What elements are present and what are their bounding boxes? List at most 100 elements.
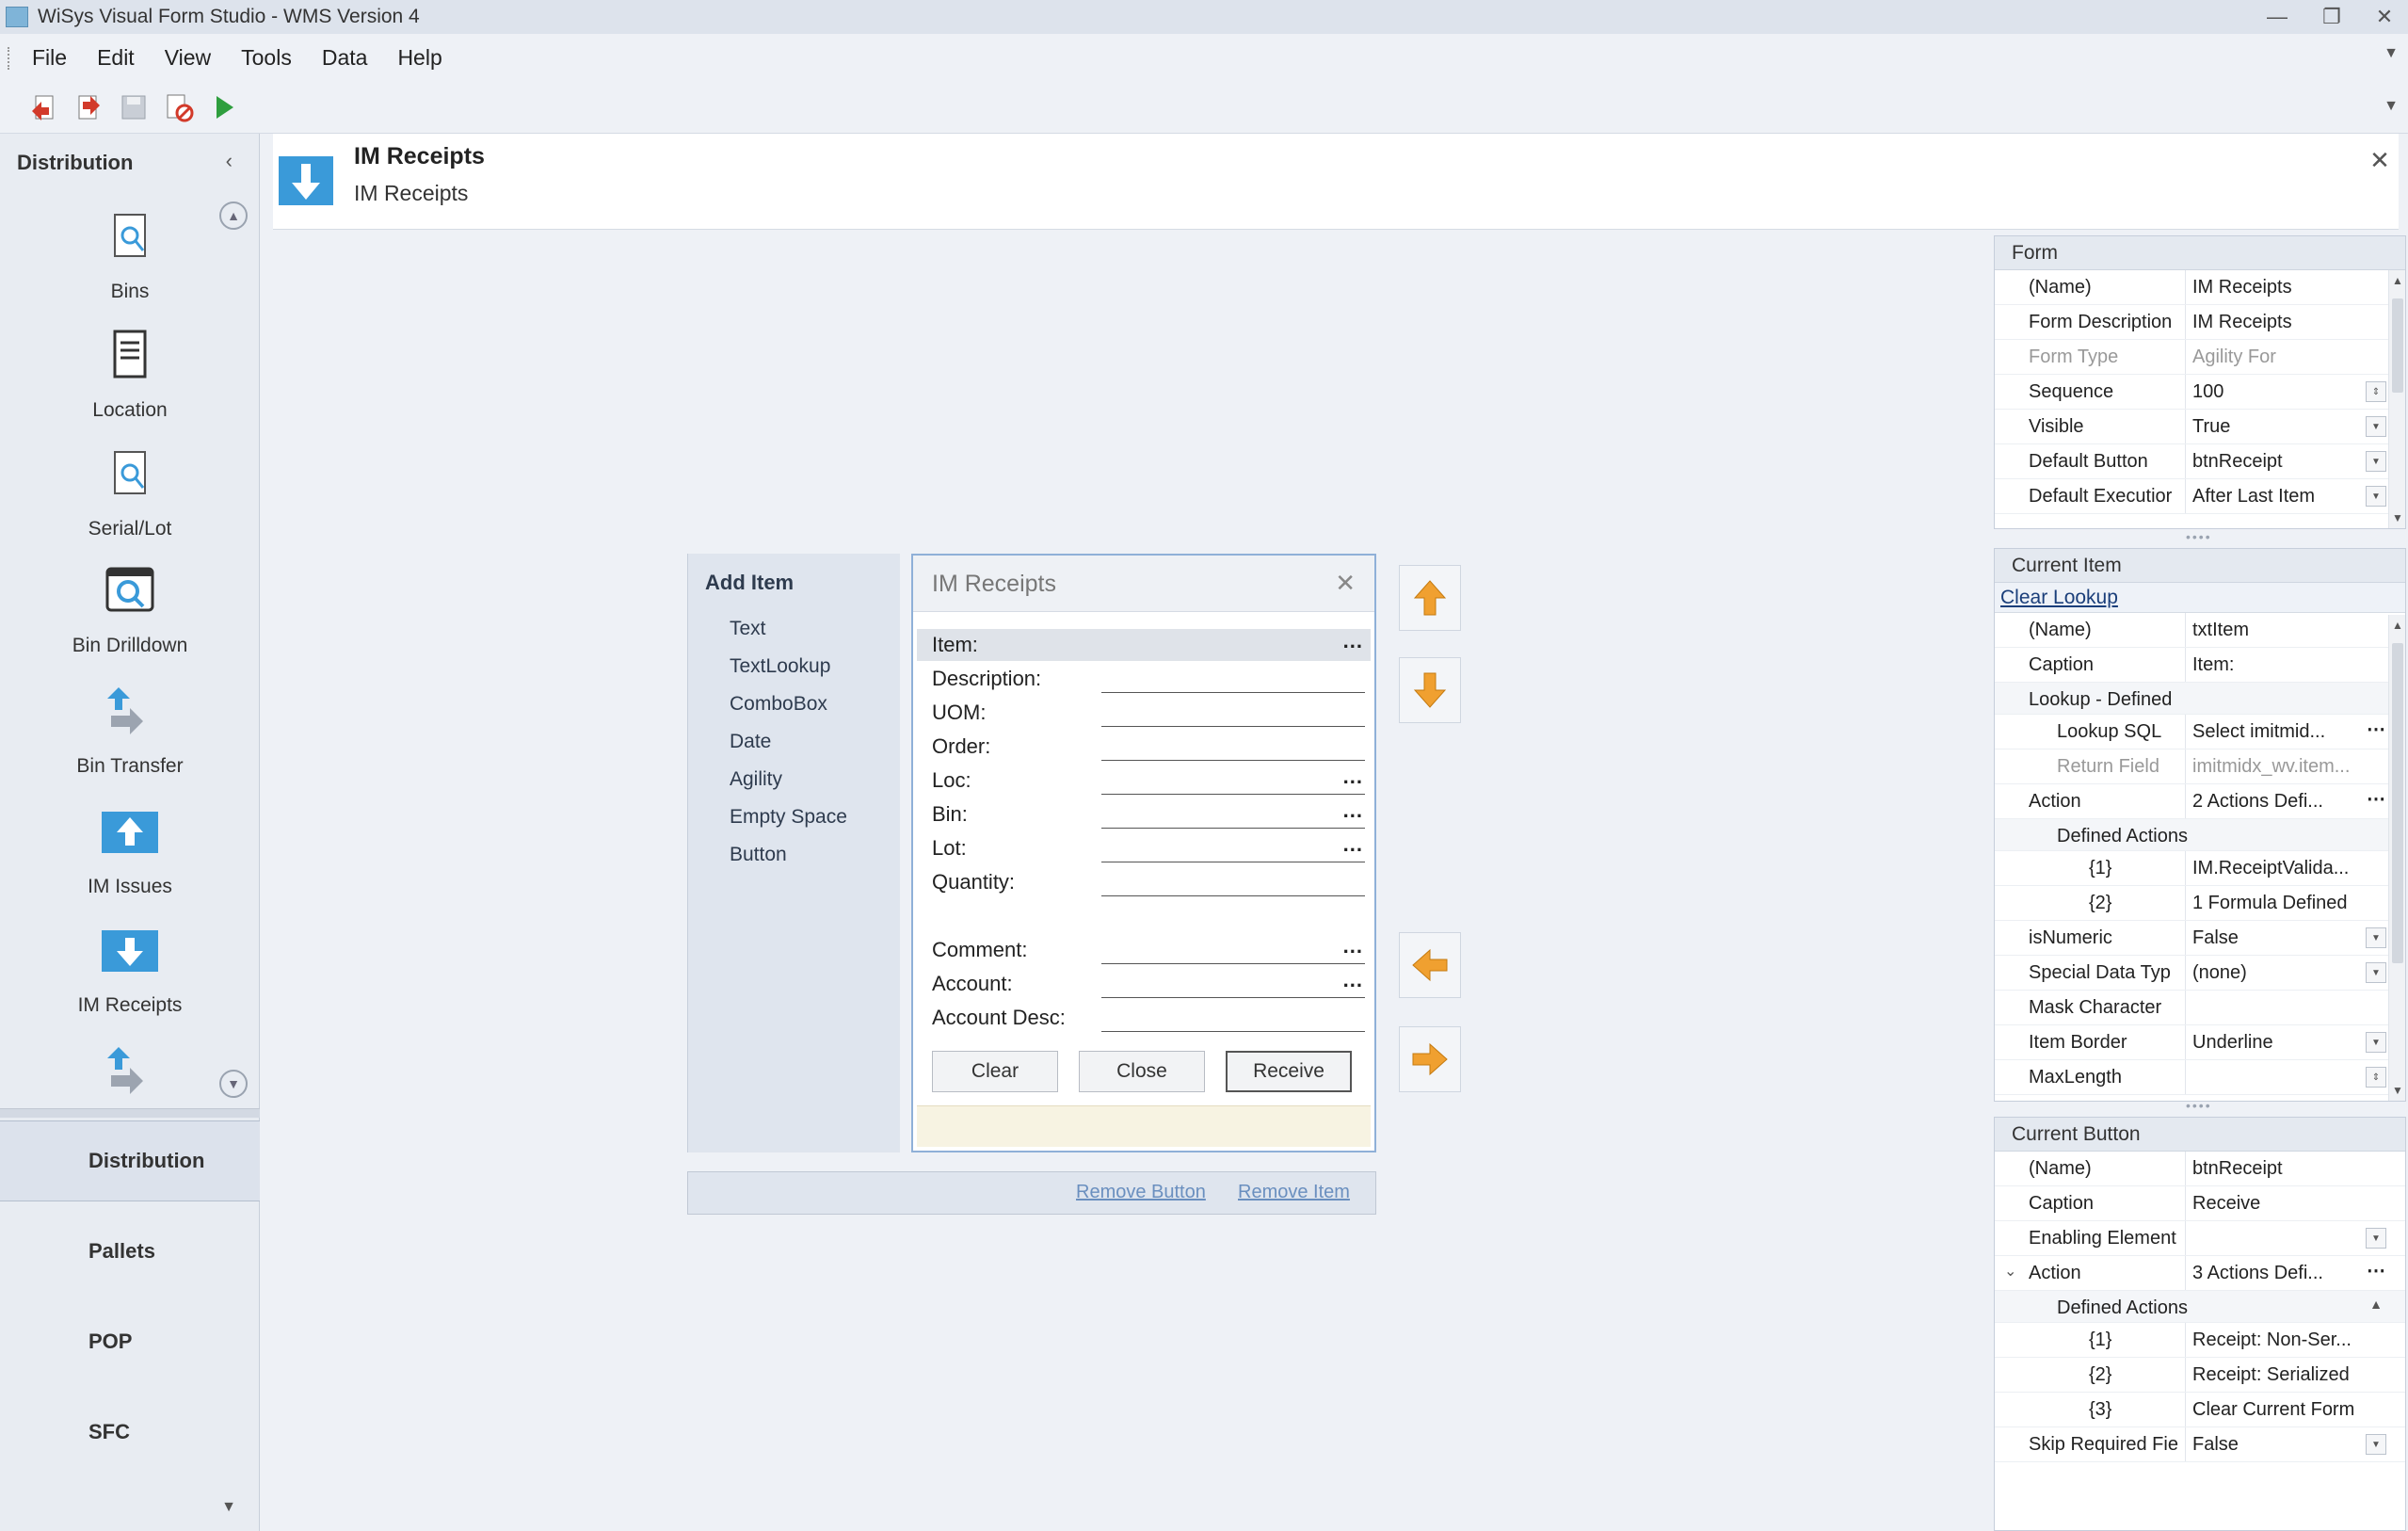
menu-help[interactable]: Help: [397, 45, 441, 71]
field-description[interactable]: Description:: [917, 663, 1371, 695]
close-form-icon[interactable]: ✕: [2361, 141, 2399, 179]
nav-item-bin-transfer[interactable]: Bin Transfer: [0, 684, 260, 778]
field-quantity[interactable]: Quantity:: [917, 866, 1371, 898]
lookup-ellipsis-icon[interactable]: ...: [1343, 765, 1363, 789]
menu-overflow-icon[interactable]: ▼: [2384, 45, 2399, 62]
lookup-ellipsis-icon[interactable]: ...: [1343, 629, 1363, 653]
chevron-down-icon[interactable]: ▼: [2366, 1228, 2386, 1249]
remove-item-link[interactable]: Remove Item: [1238, 1182, 1350, 1203]
preview-receive-button[interactable]: Receive: [1226, 1051, 1352, 1092]
section-pop[interactable]: POP: [0, 1301, 260, 1382]
prop-value[interactable]: False: [2192, 927, 2371, 949]
lookup-ellipsis-icon[interactable]: ...: [1343, 798, 1363, 823]
section-pallets[interactable]: Pallets: [0, 1211, 260, 1292]
prop-row[interactable]: Mask Character: [1995, 991, 2405, 1025]
prop-value[interactable]: 1 Formula Defined: [2192, 893, 2371, 914]
prop-group-row[interactable]: Defined Actions: [1995, 819, 2405, 851]
nav-item-bins[interactable]: Bins: [0, 209, 260, 303]
prop-row[interactable]: Lookup SQL Select imitmid... ⋯: [1995, 715, 2405, 749]
add-button-option[interactable]: Button: [730, 844, 787, 866]
chevron-down-icon[interactable]: ▼: [2366, 1032, 2386, 1053]
panel-splitter[interactable]: ••••: [2186, 529, 2212, 544]
add-text-option[interactable]: Text: [730, 618, 766, 640]
prop-row[interactable]: isNumeric False ▼: [1995, 921, 2405, 956]
chevron-down-icon[interactable]: ▼: [2366, 416, 2386, 437]
toolbar-overflow-icon[interactable]: ▼: [2384, 98, 2399, 115]
prop-row[interactable]: {2} 1 Formula Defined: [1995, 886, 2405, 921]
nav-item-im-issues[interactable]: IM Issues: [0, 804, 260, 898]
prop-row[interactable]: Skip Required Fie False ▼: [1995, 1427, 2405, 1462]
form-preview-close-icon[interactable]: ✕: [1335, 569, 1356, 598]
chevron-down-icon[interactable]: ▼: [2366, 1434, 2386, 1455]
prop-row[interactable]: Default Executior After Last Item ▼: [1995, 479, 2405, 514]
menu-view[interactable]: View: [165, 45, 211, 71]
prop-row[interactable]: MaxLength ⇕: [1995, 1060, 2405, 1095]
prop-row[interactable]: {3} Clear Current Form: [1995, 1393, 2405, 1427]
minimize-button[interactable]: —: [2254, 0, 2301, 34]
prop-value[interactable]: (none): [2192, 962, 2371, 984]
prop-group-row[interactable]: Defined Actions ▲: [1995, 1291, 2405, 1323]
collapse-nav-icon[interactable]: ‹: [226, 149, 233, 173]
prop-group-row[interactable]: Lookup - Defined: [1995, 683, 2405, 715]
prop-row[interactable]: Sequence 100 ⇕: [1995, 375, 2405, 410]
move-right-button[interactable]: [1399, 1026, 1461, 1092]
scroll-thumb[interactable]: [2392, 298, 2403, 393]
prop-row[interactable]: Item Border Underline ▼: [1995, 1025, 2405, 1060]
section-distribution[interactable]: Distribution: [0, 1120, 260, 1201]
ellipsis-icon[interactable]: ⋯: [2367, 717, 2386, 741]
prop-row[interactable]: Default Button btnReceipt ▼: [1995, 444, 2405, 479]
prop-row[interactable]: Enabling Element ▼: [1995, 1221, 2405, 1256]
prop-row[interactable]: {1} IM.ReceiptValida...: [1995, 851, 2405, 886]
prop-row[interactable]: (Name) txtItem: [1995, 613, 2405, 648]
move-up-button[interactable]: [1399, 565, 1461, 631]
field-loc[interactable]: Loc: ...: [917, 765, 1371, 797]
prop-value[interactable]: IM Receipts: [2192, 312, 2371, 333]
menu-data[interactable]: Data: [322, 45, 368, 71]
prop-row[interactable]: Caption Item:: [1995, 648, 2405, 683]
spinner-icon[interactable]: ⇕: [2366, 381, 2386, 402]
scroll-up-icon[interactable]: ▲: [2389, 619, 2406, 632]
lookup-ellipsis-icon[interactable]: ...: [1343, 934, 1363, 959]
lookup-ellipsis-icon[interactable]: ...: [1343, 832, 1363, 857]
preview-clear-button[interactable]: Clear: [932, 1051, 1058, 1092]
add-empty-space-option[interactable]: Empty Space: [730, 806, 847, 829]
close-window-button[interactable]: ✕: [2361, 0, 2408, 34]
chevron-down-icon[interactable]: ▼: [2366, 962, 2386, 983]
spinner-icon[interactable]: ⇕: [2366, 1067, 2386, 1088]
add-agility-option[interactable]: Agility: [730, 768, 782, 791]
expander-icon[interactable]: ⌄: [2004, 1262, 2016, 1281]
undo-icon[interactable]: [26, 90, 60, 124]
field-bin[interactable]: Bin: ...: [917, 798, 1371, 830]
prop-value[interactable]: btnReceipt: [2192, 451, 2371, 473]
prop-value[interactable]: Receipt: Non-Ser...: [2192, 1330, 2371, 1351]
chevron-down-icon[interactable]: ▼: [2366, 486, 2386, 507]
prop-row[interactable]: {1} Receipt: Non-Ser...: [1995, 1323, 2405, 1358]
ellipsis-icon[interactable]: ⋯: [2367, 1259, 2386, 1282]
prop-value[interactable]: Select imitmid...: [2192, 721, 2371, 743]
menu-tools[interactable]: Tools: [241, 45, 292, 71]
panel-splitter[interactable]: ••••: [2186, 1098, 2212, 1113]
current-item-scrollbar[interactable]: ▲ ▼: [2388, 615, 2405, 1101]
prop-value[interactable]: Underline: [2192, 1032, 2371, 1054]
add-combobox-option[interactable]: ComboBox: [730, 693, 827, 716]
prop-value[interactable]: txtItem: [2192, 620, 2371, 641]
nav-item-bin-drilldown[interactable]: Bin Drilldown: [0, 563, 260, 657]
field-item[interactable]: Item: ...: [917, 629, 1371, 661]
scroll-down-icon[interactable]: ▼: [2389, 511, 2406, 524]
menu-edit[interactable]: Edit: [97, 45, 135, 71]
scroll-thumb[interactable]: [2392, 643, 2403, 963]
clear-lookup-link[interactable]: Clear Lookup: [1995, 583, 2405, 613]
delete-icon[interactable]: [162, 90, 196, 124]
move-left-button[interactable]: [1399, 932, 1461, 998]
prop-row[interactable]: {2} Receipt: Serialized: [1995, 1358, 2405, 1393]
scroll-up-icon[interactable]: ▲: [2389, 274, 2406, 287]
nav-item-location[interactable]: Location: [0, 328, 260, 422]
prop-row[interactable]: Form Description IM Receipts: [1995, 305, 2405, 340]
nav-scroll-down-icon[interactable]: ▼: [219, 1070, 248, 1098]
chevron-down-icon[interactable]: ▼: [2366, 927, 2386, 948]
menu-file[interactable]: File: [32, 45, 67, 71]
prop-value[interactable]: IM.ReceiptValida...: [2192, 858, 2371, 879]
prop-value[interactable]: True: [2192, 416, 2371, 438]
chevron-down-icon[interactable]: ▼: [2366, 451, 2386, 472]
prop-row[interactable]: (Name) IM Receipts: [1995, 270, 2405, 305]
